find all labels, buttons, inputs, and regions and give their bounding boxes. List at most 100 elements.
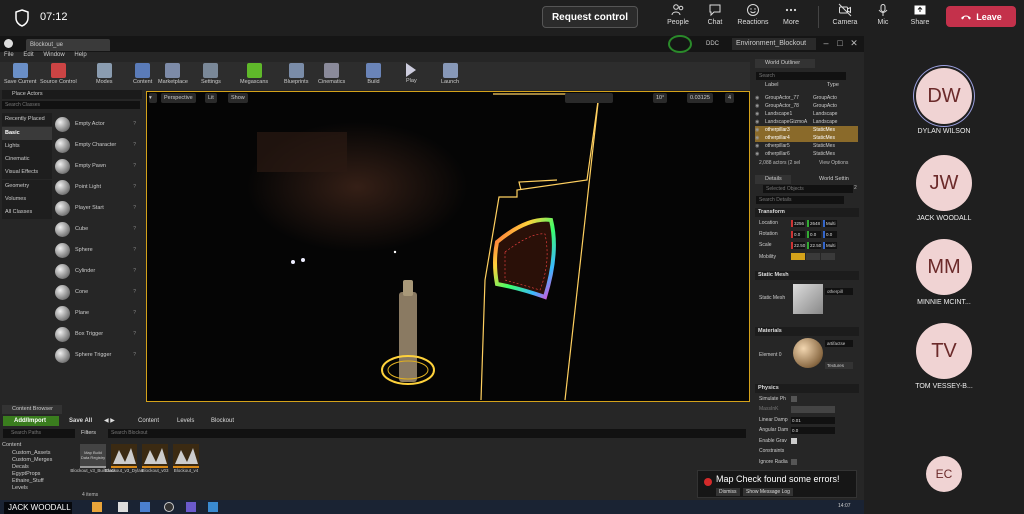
- breadcrumb-blockout[interactable]: Blockout: [211, 416, 234, 426]
- actor-item[interactable]: Cylinder?: [55, 261, 140, 281]
- folder-content[interactable]: Content: [2, 442, 76, 449]
- rotation-z-field[interactable]: 0.0: [823, 231, 837, 238]
- rotation-label[interactable]: Rotation: [759, 231, 778, 237]
- visibility-icon[interactable]: ◉: [755, 118, 765, 126]
- app-icon[interactable]: [118, 502, 128, 512]
- save-current-button[interactable]: Save Current: [4, 63, 36, 85]
- scale-y-field[interactable]: 22.50: [807, 242, 821, 249]
- category-cinematic[interactable]: Cinematic: [2, 153, 52, 166]
- help-icon[interactable]: ?: [133, 121, 136, 127]
- outliner-row-selected[interactable]: ◉ otherpillar3 StaticMes: [755, 126, 858, 134]
- help-icon[interactable]: ?: [133, 352, 136, 358]
- world-settings-tab[interactable]: World Settin: [809, 175, 857, 184]
- more-button[interactable]: More: [771, 3, 811, 33]
- location-z-field[interactable]: Multi: [823, 220, 837, 227]
- static-mesh-section[interactable]: Static Mesh: [755, 271, 859, 280]
- materials-section[interactable]: Materials: [755, 327, 859, 336]
- help-icon[interactable]: ?: [133, 205, 136, 211]
- project-tab[interactable]: Blockout_ue: [26, 39, 110, 51]
- folder-item[interactable]: Levels: [2, 485, 76, 492]
- launch-button[interactable]: Launch: [441, 63, 459, 85]
- place-actors-title[interactable]: Place Actors: [2, 90, 142, 99]
- enable-gravity-checkbox[interactable]: [791, 438, 797, 444]
- maximize-icon[interactable]: □: [834, 37, 846, 49]
- asset-tile[interactable]: Blockout_v03: [141, 444, 169, 484]
- chat-button[interactable]: Chat: [695, 3, 735, 33]
- marketplace-button[interactable]: Marketplace: [158, 63, 188, 85]
- level-name-tab[interactable]: Environment_Blockout: [732, 38, 816, 50]
- category-recently-placed[interactable]: Recently Placed: [2, 113, 52, 126]
- visibility-icon[interactable]: ◉: [755, 110, 765, 118]
- share-button[interactable]: Share: [900, 3, 940, 33]
- actor-item[interactable]: Cube?: [55, 219, 140, 239]
- save-all-button[interactable]: Save All: [62, 416, 98, 426]
- menu-edit[interactable]: Edit: [23, 52, 33, 58]
- actor-item[interactable]: Empty Pawn?: [55, 156, 140, 176]
- details-search-input[interactable]: Search Details: [756, 196, 844, 204]
- menu-file[interactable]: File: [4, 52, 14, 58]
- megascans-button[interactable]: Megascans: [240, 63, 268, 85]
- visibility-icon[interactable]: ◉: [755, 102, 765, 110]
- world-outliner-tab[interactable]: World Outliner: [755, 59, 815, 68]
- category-geometry[interactable]: Geometry: [2, 180, 52, 193]
- play-button[interactable]: Play: [406, 63, 417, 84]
- actor-item[interactable]: Empty Actor?: [55, 114, 140, 134]
- breadcrumb-content[interactable]: Content: [138, 416, 159, 426]
- physics-section[interactable]: Physics: [755, 384, 859, 393]
- camera-speed-value[interactable]: 4: [725, 93, 735, 103]
- actor-item[interactable]: Box Trigger?: [55, 324, 140, 344]
- add-import-button[interactable]: Add/Import: [3, 416, 59, 426]
- leave-button[interactable]: Leave: [946, 6, 1016, 27]
- viewport-options-icon[interactable]: ▾: [149, 93, 157, 103]
- source-control-button[interactable]: Source Control: [40, 63, 77, 85]
- scale-z-field[interactable]: Multi: [823, 242, 837, 249]
- actor-item[interactable]: Cone?: [55, 282, 140, 302]
- settings-button[interactable]: Settings: [201, 63, 221, 85]
- outliner-row[interactable]: ◉ otherpillar5 StaticMes: [755, 142, 858, 150]
- rotation-y-field[interactable]: 0.0: [807, 231, 821, 238]
- help-icon[interactable]: ?: [133, 184, 136, 190]
- breadcrumb-levels[interactable]: Levels: [177, 416, 194, 426]
- back-forward-arrows[interactable]: ◀ ▶: [104, 416, 115, 426]
- outliner-row[interactable]: ◉ otherpillar6 StaticMes: [755, 150, 858, 158]
- outliner-row[interactable]: ◉ Landscape1 Landscape: [755, 110, 858, 118]
- app-icon[interactable]: [140, 502, 150, 512]
- mesh-thumbnail[interactable]: [793, 284, 823, 314]
- show-button[interactable]: Show: [228, 93, 248, 103]
- unreal-taskbar-icon[interactable]: [164, 502, 174, 512]
- lit-button[interactable]: Lit: [205, 93, 217, 103]
- transform-tools[interactable]: [565, 93, 613, 103]
- textures-dropdown[interactable]: Textures: [825, 362, 853, 369]
- mobility-stationary-toggle[interactable]: [806, 253, 820, 260]
- outliner-search-input[interactable]: Search: [756, 72, 846, 80]
- folder-item[interactable]: Custom_Merges: [2, 457, 76, 464]
- mobility-static-toggle[interactable]: [791, 253, 805, 260]
- participant-tile[interactable]: JW JACK WOODALL: [915, 155, 973, 222]
- people-button[interactable]: People: [658, 3, 698, 33]
- location-y-field[interactable]: 2648: [807, 220, 821, 227]
- outliner-row-selected[interactable]: ◉ otherpillar4 StaticMes: [755, 134, 858, 142]
- actor-item[interactable]: Sphere Trigger?: [55, 345, 140, 365]
- self-tile[interactable]: EC: [915, 456, 973, 492]
- app-icon[interactable]: [208, 502, 218, 512]
- close-icon[interactable]: ✕: [848, 37, 860, 49]
- search-paths-input[interactable]: Search Paths: [3, 429, 75, 438]
- location-x-field[interactable]: 3256: [791, 220, 805, 227]
- scale-label[interactable]: Scale: [759, 242, 772, 248]
- category-visual-effects[interactable]: Visual Effects: [2, 166, 52, 179]
- help-icon[interactable]: ?: [133, 268, 136, 274]
- build-button[interactable]: Build: [366, 63, 381, 85]
- folder-icon[interactable]: [92, 502, 102, 512]
- angular-damping-field[interactable]: 0.0: [791, 427, 835, 434]
- simulate-physics-checkbox[interactable]: [791, 396, 797, 402]
- folder-item[interactable]: Decals: [2, 464, 76, 471]
- category-all-classes[interactable]: All Classes: [2, 206, 52, 219]
- request-control-button[interactable]: Request control: [542, 6, 638, 28]
- show-message-log-button[interactable]: Show Message Log: [743, 488, 793, 496]
- participant-tile[interactable]: TV TOM VESSEY-B...: [915, 323, 973, 390]
- column-label[interactable]: Label: [765, 82, 778, 88]
- outliner-row[interactable]: ◉ LandscapeGizmoA Landscape: [755, 118, 858, 126]
- dismiss-button[interactable]: Dismiss: [716, 488, 740, 496]
- help-icon[interactable]: ?: [133, 142, 136, 148]
- rotation-x-field[interactable]: 0.0: [791, 231, 805, 238]
